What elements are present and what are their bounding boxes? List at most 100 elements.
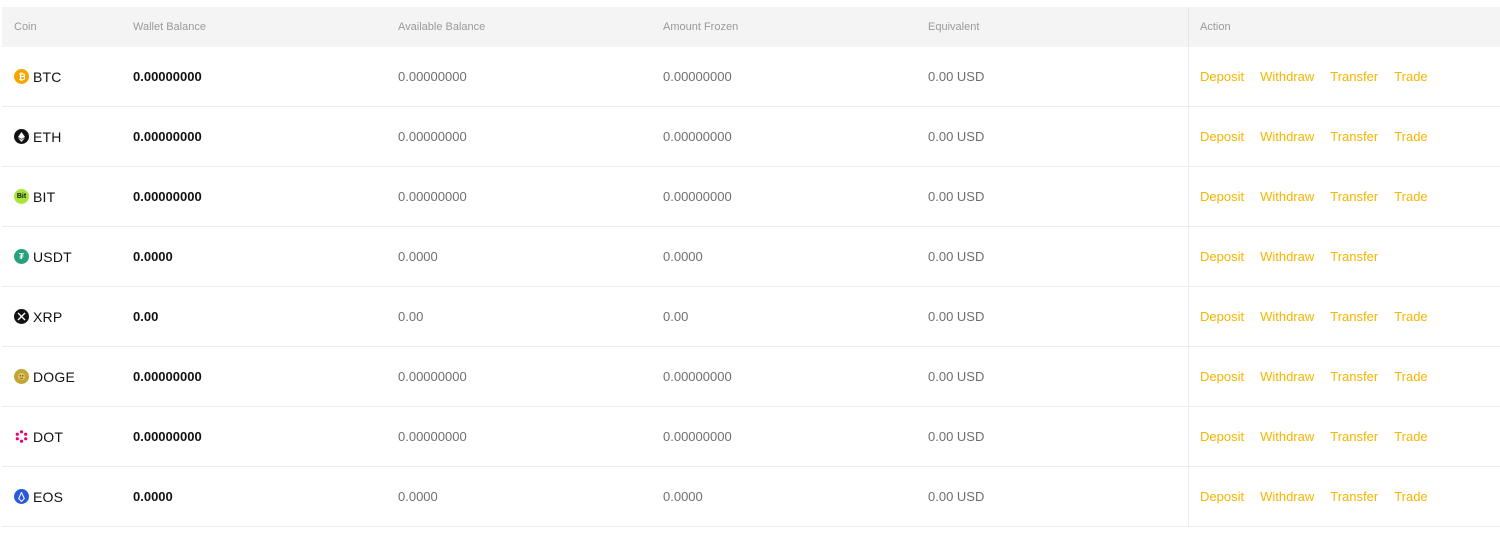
coin-cell: ETH (14, 107, 62, 166)
deposit-link[interactable]: Deposit (1200, 489, 1244, 504)
table-row: DOT 0.00000000 0.00000000 0.00000000 0.00 US… (2, 407, 1500, 467)
column-header-equivalent[interactable]: Equivalent (928, 7, 979, 47)
coin-cell: XRP (14, 287, 62, 346)
table-row: ₮ USDT 0.0000 0.0000 0.0000 0.00 USD Deposit Wi… (2, 227, 1500, 287)
amount-frozen: 0.00 (663, 309, 689, 324)
column-header-wallet-balance[interactable]: Wallet Balance (133, 7, 206, 47)
available-balance: 0.00000000 (398, 429, 467, 444)
amount-frozen-cell: 0.00000000 (663, 347, 732, 406)
bit-icon: Bit (14, 189, 29, 204)
available-balance-cell: 0.00 (398, 287, 423, 346)
action-cell: Deposit Withdraw Transfer Trade (1188, 347, 1500, 406)
column-header-available-balance[interactable]: Available Balance (398, 7, 485, 47)
equivalent-value: 0.00 USD (928, 369, 985, 384)
withdraw-link[interactable]: Withdraw (1260, 129, 1314, 144)
trade-link[interactable]: Trade (1394, 369, 1427, 384)
available-balance-cell: 0.0000 (398, 467, 438, 526)
wallet-balance: 0.00000000 (133, 189, 202, 204)
equivalent-value: 0.00 USD (928, 189, 985, 204)
amount-frozen: 0.00000000 (663, 189, 732, 204)
deposit-link[interactable]: Deposit (1200, 309, 1244, 324)
amount-frozen: 0.0000 (663, 489, 703, 504)
coin-symbol: DOGE (33, 368, 76, 385)
wallet-balance-cell: 0.00000000 (133, 47, 202, 106)
amount-frozen-cell: 0.00000000 (663, 47, 732, 106)
table-header: Coin Wallet Balance Available Balance Am… (2, 7, 1500, 47)
column-header-coin[interactable]: Coin (14, 7, 37, 47)
xrp-icon (14, 309, 29, 324)
table-row: ETH 0.00000000 0.00000000 0.00000000 0.00 US… (2, 107, 1500, 167)
table-row: ₿ BTC 0.00000000 0.00000000 0.00000000 0.00 U… (2, 47, 1500, 107)
transfer-link[interactable]: Transfer (1330, 69, 1378, 84)
available-balance: 0.0000 (398, 249, 438, 264)
eos-icon (14, 489, 29, 504)
withdraw-link[interactable]: Withdraw (1260, 309, 1314, 324)
wallet-balance-cell: 0.0000 (133, 227, 173, 286)
withdraw-link[interactable]: Withdraw (1260, 489, 1314, 504)
transfer-link[interactable]: Transfer (1330, 249, 1378, 264)
deposit-link[interactable]: Deposit (1200, 249, 1244, 264)
coin-symbol: XRP (33, 308, 63, 325)
amount-frozen-cell: 0.0000 (663, 227, 703, 286)
action-cell: Deposit Withdraw Transfer Trade (1188, 107, 1500, 166)
transfer-link[interactable]: Transfer (1330, 189, 1378, 204)
withdraw-link[interactable]: Withdraw (1260, 369, 1314, 384)
equivalent-value: 0.00 USD (928, 69, 985, 84)
action-cell: Deposit Withdraw Transfer Trade (1188, 287, 1500, 346)
transfer-link[interactable]: Transfer (1330, 369, 1378, 384)
wallet-balance-cell: 0.0000 (133, 467, 173, 526)
deposit-link[interactable]: Deposit (1200, 69, 1244, 84)
wallet-balance: 0.0000 (133, 489, 173, 504)
trade-link[interactable]: Trade (1394, 129, 1427, 144)
withdraw-link[interactable]: Withdraw (1260, 189, 1314, 204)
column-header-amount-frozen[interactable]: Amount Frozen (663, 7, 738, 47)
withdraw-link[interactable]: Withdraw (1260, 249, 1314, 264)
trade-link[interactable]: Trade (1394, 489, 1427, 504)
trade-link[interactable]: Trade (1394, 309, 1427, 324)
trade-link[interactable]: Trade (1394, 189, 1427, 204)
deposit-link[interactable]: Deposit (1200, 369, 1244, 384)
transfer-link[interactable]: Transfer (1330, 489, 1378, 504)
coin-cell: ₮ USDT (14, 227, 72, 286)
dogecoin-icon (14, 369, 29, 384)
withdraw-link[interactable]: Withdraw (1260, 69, 1314, 84)
wallet-balance: 0.00 (133, 309, 159, 324)
coin-symbol: BTC (33, 68, 62, 85)
table-body: ₿ BTC 0.00000000 0.00000000 0.00000000 0.00 U… (2, 47, 1500, 527)
trade-link[interactable]: Trade (1394, 69, 1427, 84)
svg-text:₿: ₿ (19, 72, 26, 81)
available-balance-cell: 0.00000000 (398, 107, 467, 166)
equivalent-value-cell: 0.00 USD (928, 347, 984, 406)
amount-frozen: 0.0000 (663, 249, 703, 264)
wallet-balance: 0.0000 (133, 249, 173, 264)
coin-symbol: EOS (33, 488, 64, 505)
available-balance-cell: 0.00000000 (398, 167, 467, 226)
deposit-link[interactable]: Deposit (1200, 129, 1244, 144)
equivalent-value-cell: 0.00 USD (928, 407, 984, 466)
equivalent-value-cell: 0.00 USD (928, 167, 984, 226)
equivalent-value: 0.00 USD (928, 489, 985, 504)
table-row: DOGE 0.00000000 0.00000000 0.00000000 0.00 U… (2, 347, 1500, 407)
available-balance-cell: 0.00000000 (398, 47, 467, 106)
column-header-action: Action (1188, 7, 1500, 47)
amount-frozen-cell: 0.00000000 (663, 407, 732, 466)
available-balance: 0.00000000 (398, 69, 467, 84)
transfer-link[interactable]: Transfer (1330, 129, 1378, 144)
equivalent-value: 0.00 USD (928, 249, 985, 264)
amount-frozen-cell: 0.00000000 (663, 167, 732, 226)
trade-link[interactable]: Trade (1394, 429, 1427, 444)
transfer-link[interactable]: Transfer (1330, 429, 1378, 444)
withdraw-link[interactable]: Withdraw (1260, 429, 1314, 444)
ethereum-icon (14, 129, 29, 144)
equivalent-value-cell: 0.00 USD (928, 467, 984, 526)
amount-frozen: 0.00000000 (663, 69, 732, 84)
deposit-link[interactable]: Deposit (1200, 429, 1244, 444)
amount-frozen: 0.00000000 (663, 369, 732, 384)
amount-frozen-cell: 0.00 (663, 287, 688, 346)
action-cell: Deposit Withdraw Transfer Trade (1188, 467, 1500, 526)
coin-cell: EOS (14, 467, 63, 526)
transfer-link[interactable]: Transfer (1330, 309, 1378, 324)
deposit-link[interactable]: Deposit (1200, 189, 1244, 204)
available-balance: 0.0000 (398, 489, 438, 504)
equivalent-value: 0.00 USD (928, 129, 985, 144)
